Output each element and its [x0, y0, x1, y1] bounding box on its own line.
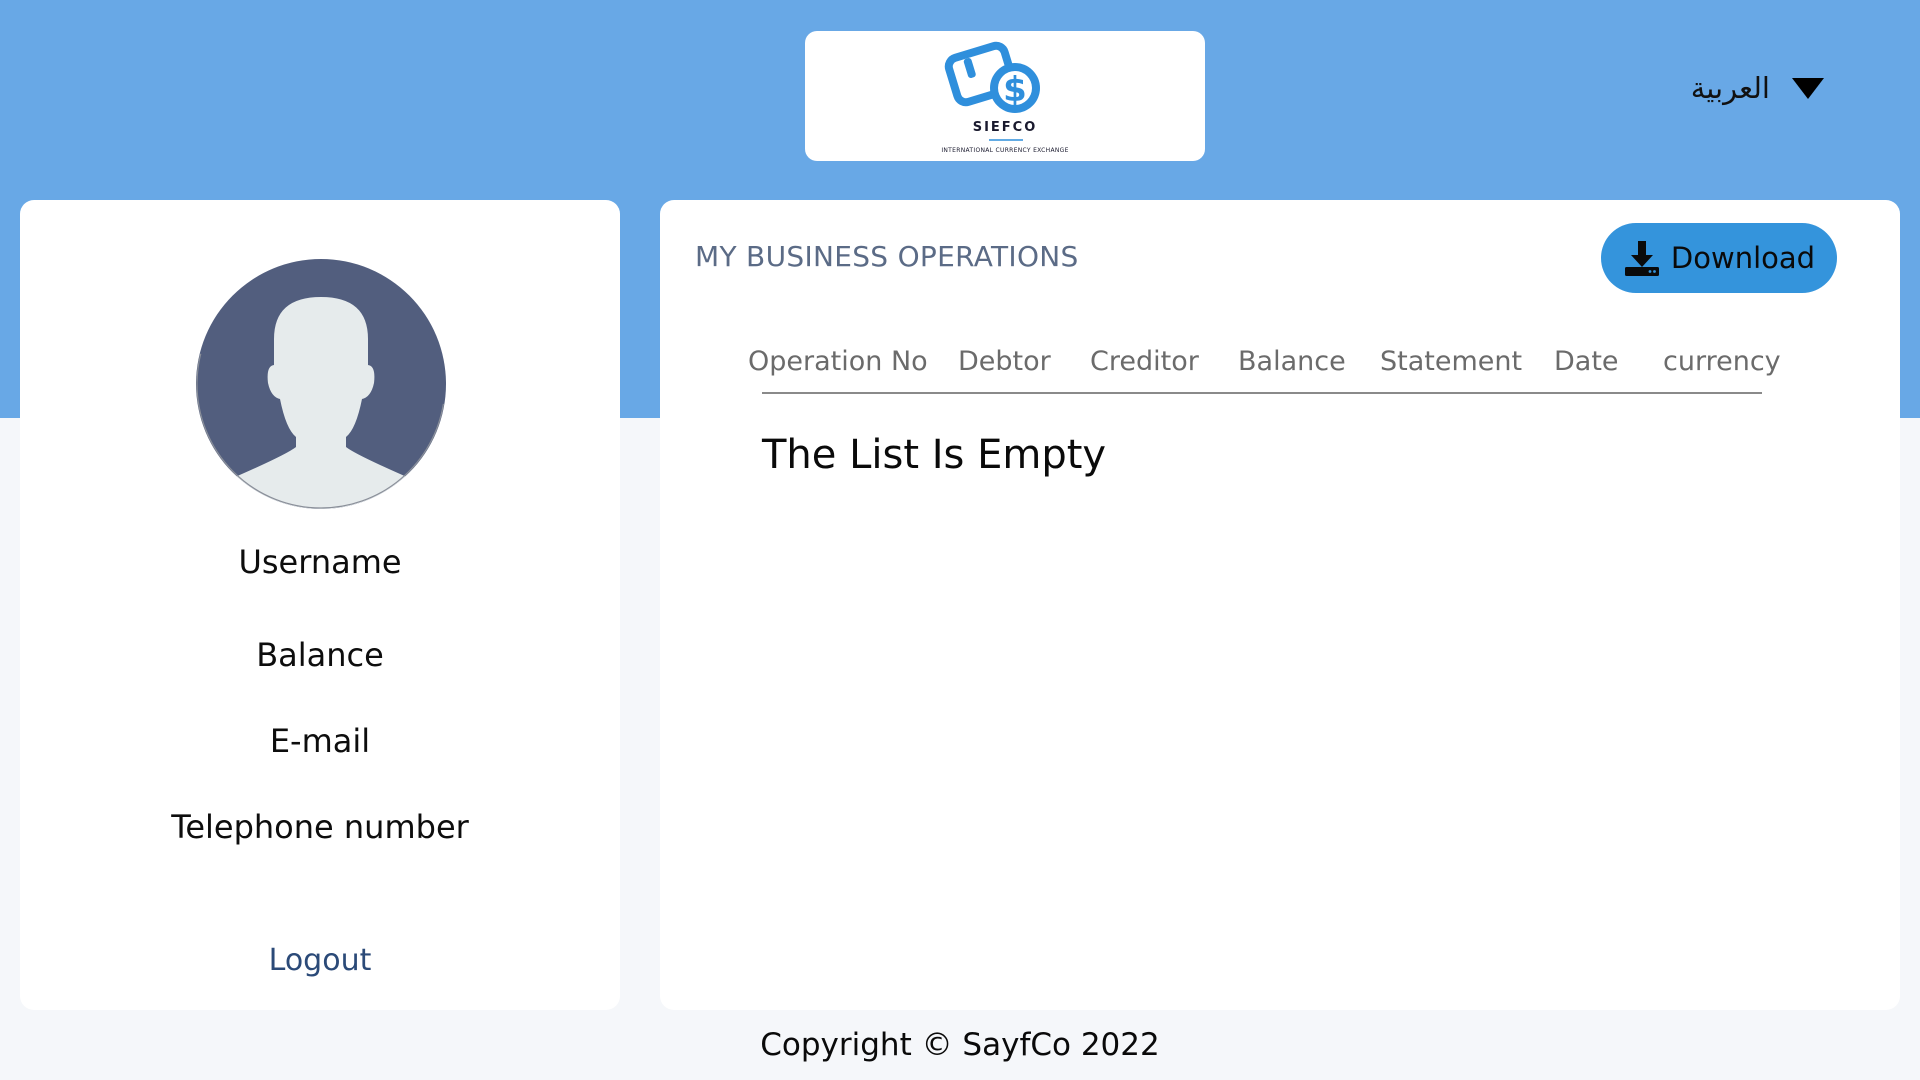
- download-button[interactable]: Download: [1601, 223, 1837, 293]
- download-label: Download: [1670, 241, 1816, 275]
- footer-copyright: Copyright © SayfCo 2022: [760, 1027, 1160, 1063]
- operations-title: MY BUSINESS OPERATIONS: [695, 240, 1079, 273]
- language-selector[interactable]: العربية: [1691, 64, 1824, 112]
- logo-name: SIEFCO: [972, 120, 1038, 135]
- download-icon: [1624, 241, 1659, 276]
- balance-label: Balance: [256, 636, 384, 674]
- logo-card[interactable]: $ SIEFCO INTERNATIONAL CURRENCY EXCHANGE: [805, 31, 1205, 161]
- username-label: Username: [238, 543, 402, 581]
- user-avatar-icon: [196, 259, 446, 509]
- telephone-label: Telephone number: [171, 808, 469, 846]
- siefco-logo-icon: $: [944, 41, 1040, 141]
- column-header-currency[interactable]: currency: [1663, 346, 1781, 377]
- column-header-creditor[interactable]: Creditor: [1090, 346, 1199, 377]
- logo-tagline: INTERNATIONAL CURRENCY EXCHANGE: [941, 147, 1069, 154]
- column-header-statement[interactable]: Statement: [1380, 346, 1522, 377]
- column-header-operation-no[interactable]: Operation No: [748, 346, 928, 377]
- profile-card: Username Balance E-mail Telephone number…: [20, 200, 620, 1010]
- svg-text:$: $: [1003, 70, 1027, 110]
- operations-card: MY BUSINESS OPERATIONS Download Operatio…: [660, 200, 1900, 1010]
- empty-list-message: The List Is Empty: [762, 432, 1107, 478]
- column-header-debtor[interactable]: Debtor: [958, 346, 1051, 377]
- language-label: العربية: [1690, 71, 1770, 105]
- email-label: E-mail: [269, 722, 371, 760]
- column-header-date[interactable]: Date: [1554, 346, 1619, 377]
- column-header-balance[interactable]: Balance: [1238, 346, 1346, 377]
- caret-down-icon[interactable]: [1792, 77, 1824, 99]
- logout-link[interactable]: Logout: [20, 943, 620, 978]
- table-header-divider: [762, 392, 1762, 394]
